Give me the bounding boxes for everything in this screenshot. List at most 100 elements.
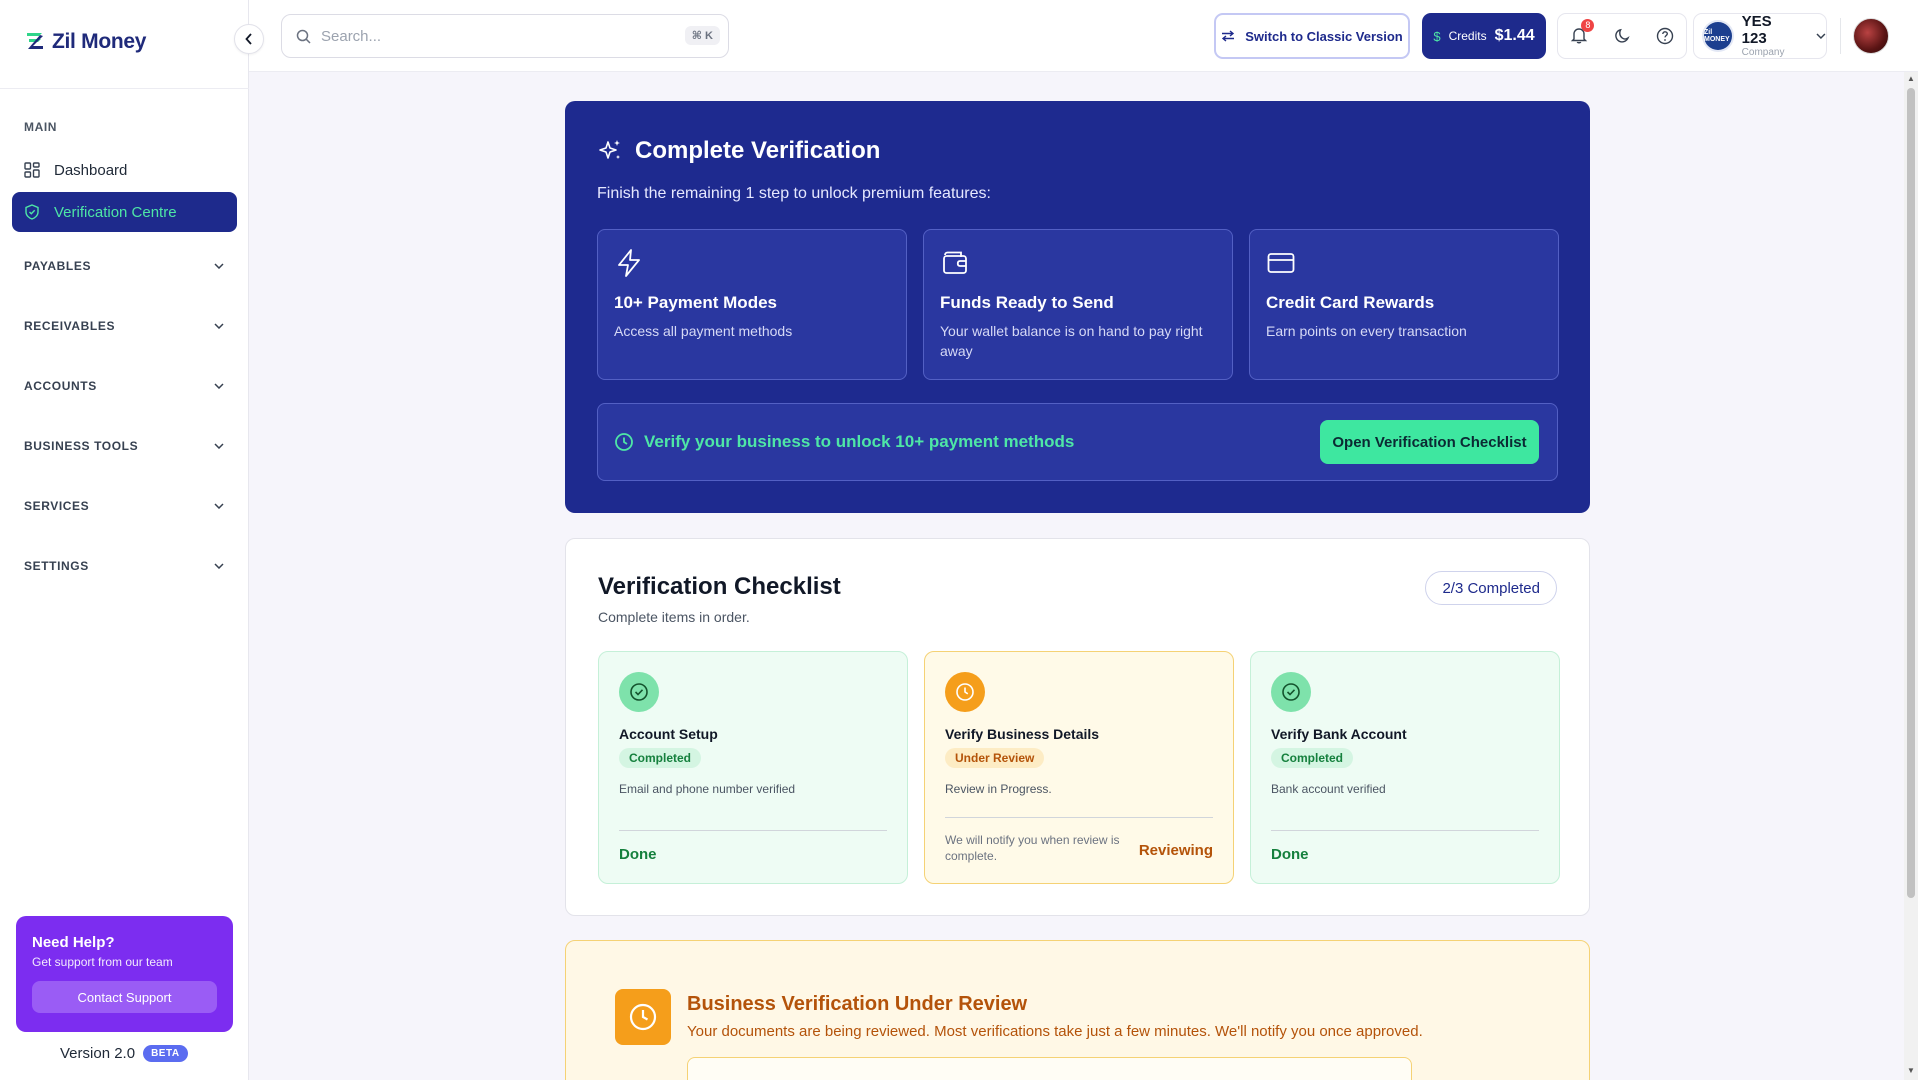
feature-title: 10+ Payment Modes: [614, 293, 777, 312]
scroll-up-arrow-icon[interactable]: ▲: [1907, 74, 1915, 83]
clock-icon: [615, 433, 633, 451]
credit-card-icon: [1267, 253, 1295, 273]
brand-logo[interactable]: Zil Money: [24, 30, 146, 54]
step-desc: Review in Progress.: [945, 782, 1052, 796]
step-title: Account Setup: [619, 726, 718, 742]
unlock-banner: Verify your business to unlock 10+ payme…: [597, 403, 1558, 481]
sidebar-item-label: Verification Centre: [54, 203, 177, 221]
check-circle-icon: [630, 683, 648, 701]
version-label: Version 2.0: [60, 1045, 136, 1062]
step-footer: Done: [1271, 846, 1309, 863]
hero-title-text: Complete Verification: [635, 137, 881, 164]
chevron-down-icon: [214, 503, 224, 509]
wallet-icon: [943, 251, 967, 274]
help-subtitle: Get support from our team: [32, 955, 173, 969]
help-card: Need Help? Get support from our team Con…: [16, 916, 233, 1032]
step-card-verify-bank-account[interactable]: Verify Bank Account Completed Bank accou…: [1250, 651, 1560, 884]
feature-card-credit-card-rewards: Credit Card Rewards Earn points on every…: [1249, 229, 1559, 380]
step-status-badge: Under Review: [945, 748, 1045, 768]
sidebar-group-label: SERVICES: [24, 499, 90, 513]
sidebar-group-label: PAYABLES: [24, 259, 92, 273]
step-divider: [1271, 830, 1539, 831]
scrollbar-thumb[interactable]: [1907, 88, 1915, 898]
dashboard-icon: [24, 162, 40, 178]
dollar-icon: $: [1433, 28, 1441, 44]
hero-subtitle: Finish the remaining 1 step to unlock pr…: [597, 185, 991, 202]
shield-check-icon: [25, 204, 39, 220]
sidebar-item-label: Dashboard: [54, 161, 128, 179]
hero-title: Complete Verification: [597, 137, 880, 165]
notifications-button[interactable]: 8: [1570, 18, 1595, 47]
step-desc: Email and phone number verified: [619, 782, 796, 796]
step-status-badge: Completed: [619, 748, 702, 768]
sidebar-group-business-tools[interactable]: BUSINESS TOOLS: [24, 439, 224, 453]
step-title: Verify Business Details: [945, 726, 1100, 742]
lightning-icon: [618, 249, 640, 277]
topbar: Search... ⌘ K Switch to Classic Version …: [249, 0, 1918, 72]
step-footer: Done: [619, 846, 657, 863]
sidebar-group-receivables[interactable]: RECEIVABLES: [24, 319, 224, 333]
company-name: YES 123: [1741, 13, 1772, 47]
search-placeholder: Search...: [321, 27, 382, 45]
step-card-account-setup[interactable]: Account Setup Completed Email and phone …: [598, 651, 908, 884]
sidebar-group-label: SETTINGS: [24, 559, 89, 573]
feature-desc: Access all payment methods: [614, 323, 793, 339]
feature-desc: Earn points on every transaction: [1266, 323, 1467, 339]
open-verification-checklist-button[interactable]: Open Verification Checklist: [1320, 420, 1539, 464]
company-switcher[interactable]: Zil MONEY YES 123 Company: [1693, 13, 1827, 59]
banner-icon: [615, 989, 671, 1045]
chevron-down-icon: [214, 443, 224, 449]
verification-checklist-card: Verification Checklist Complete items in…: [565, 538, 1590, 916]
company-logo: Zil MONEY: [1702, 20, 1734, 52]
step-icon: [945, 672, 985, 712]
sidebar-group-settings[interactable]: SETTINGS: [24, 559, 224, 573]
sidebar-divider: [0, 88, 249, 89]
feature-card-funds-ready: Funds Ready to Send Your wallet balance …: [923, 229, 1233, 380]
topbar-divider: [1840, 18, 1841, 54]
sparkles-icon: [599, 140, 620, 159]
chevron-down-icon: [214, 263, 224, 269]
search-icon: [296, 29, 311, 44]
notification-count-badge: 8: [1581, 18, 1595, 32]
scroll-down-arrow-icon[interactable]: ▼: [1907, 1066, 1915, 1075]
step-divider: [945, 817, 1213, 818]
feature-title: Credit Card Rewards: [1266, 293, 1435, 312]
step-title: Verify Bank Account: [1271, 726, 1407, 742]
sidebar-item-verification-centre[interactable]: Verification Centre: [12, 192, 237, 232]
help-circle-icon[interactable]: [1656, 27, 1674, 45]
sidebar-item-dashboard[interactable]: Dashboard: [12, 150, 237, 190]
complete-verification-card: Complete Verification Finish the remaini…: [565, 101, 1590, 513]
chevron-left-icon: [245, 33, 252, 45]
version-info: Version 2.0 BETA: [60, 1045, 188, 1062]
sidebar-group-services[interactable]: SERVICES: [24, 499, 224, 513]
zil-money-logo-icon: [27, 33, 43, 49]
contact-support-button[interactable]: Contact Support: [32, 981, 217, 1013]
review-note: We will notify you when review is comple…: [945, 833, 1120, 864]
company-type: Company: [1741, 47, 1785, 58]
sidebar-group-label: RECEIVABLES: [24, 319, 116, 333]
sidebar-group-payables[interactable]: PAYABLES: [24, 259, 224, 273]
user-avatar[interactable]: [1853, 18, 1889, 54]
collapse-sidebar-button[interactable]: [234, 24, 264, 54]
step-card-verify-business-details[interactable]: Verify Business Details Under Review Rev…: [924, 651, 1234, 884]
step-desc: Bank account verified: [1271, 782, 1386, 796]
help-title: Need Help?: [32, 934, 115, 951]
step-divider: [619, 830, 887, 831]
sidebar-group-label: ACCOUNTS: [24, 379, 97, 393]
credits-label: Credits: [1448, 29, 1487, 43]
chevron-down-icon: [214, 323, 224, 329]
check-circle-icon: [1282, 683, 1300, 701]
step-footer: Reviewing: [1138, 842, 1213, 859]
page-scrollbar[interactable]: ▲ ▼: [1904, 72, 1918, 1080]
beta-badge: BETA: [143, 1045, 188, 1062]
unlock-text: Verify your business to unlock 10+ payme…: [644, 432, 1075, 451]
sidebar-group-accounts[interactable]: ACCOUNTS: [24, 379, 224, 393]
switch-classic-button[interactable]: Switch to Classic Version: [1214, 13, 1410, 59]
credits-button[interactable]: $ Credits $1.44: [1422, 13, 1546, 59]
step-status-badge: Completed: [1271, 748, 1354, 768]
feature-desc: Your wallet balance is on hand to pay ri…: [940, 323, 1203, 360]
chevron-down-icon: [214, 383, 224, 389]
moon-icon[interactable]: [1613, 27, 1631, 45]
chevron-down-icon: [214, 563, 224, 569]
search-input[interactable]: Search... ⌘ K: [281, 14, 729, 58]
